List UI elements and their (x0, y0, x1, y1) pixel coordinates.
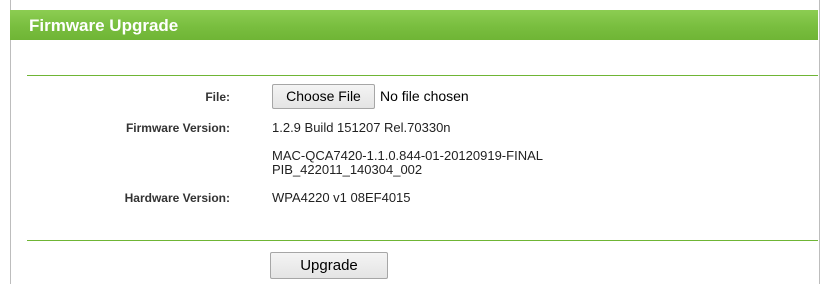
firmware-upgrade-panel (10, 0, 820, 284)
upgrade-button[interactable]: Upgrade (270, 252, 388, 279)
bottom-divider (27, 240, 818, 241)
hardware-version-label: Hardware Version: (124, 191, 230, 205)
hardware-version-value: WPA4220 v1 08EF4015 (272, 190, 411, 205)
firmware-version-label: Firmware Version: (125, 121, 230, 135)
firmware-pib-version: PIB_422011_140304_002 (272, 162, 423, 177)
file-status: No file chosen (380, 88, 469, 104)
firmware-version-value: 1.2.9 Build 151207 Rel.70330n (272, 120, 451, 135)
top-divider (27, 75, 818, 76)
file-label: File: (205, 90, 230, 104)
choose-file-button[interactable]: Choose File (272, 84, 375, 109)
firmware-mac-version: MAC-QCA7420-1.1.0.844-01-20120919-FINAL (272, 148, 543, 163)
section-title: Firmware Upgrade (29, 16, 179, 35)
